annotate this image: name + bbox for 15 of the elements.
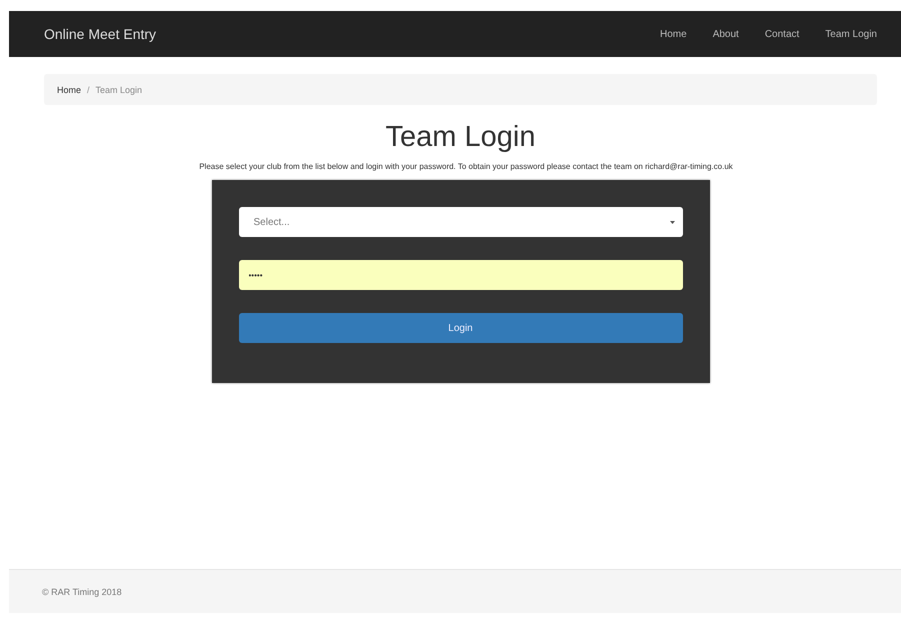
page-heading: Team Login — [386, 121, 536, 154]
nav-link[interactable]: Team Login — [825, 28, 877, 40]
breadcrumb-separator: / — [87, 84, 90, 94]
nav-link[interactable]: Home — [660, 28, 687, 40]
copyright-text: © RAR Timing 2018 — [42, 586, 122, 596]
brand-link[interactable]: Online Meet Entry — [44, 26, 156, 42]
instructions-text: Please select your club from the list below and login with your password. To obtain your password please contact the team on richard@rar-timing.co.uk — [199, 162, 733, 171]
nav-link[interactable]: Contact — [764, 28, 800, 40]
caret-icon — [670, 220, 674, 224]
club-select[interactable]: Select... — [238, 207, 682, 237]
password-field[interactable]: ••••• — [238, 260, 682, 290]
login-button[interactable]: Login — [238, 313, 682, 343]
breadcrumb-link[interactable]: Home — [57, 84, 82, 94]
breadcrumb-current: Team Login — [96, 84, 142, 94]
nav-link[interactable]: About — [712, 28, 739, 40]
